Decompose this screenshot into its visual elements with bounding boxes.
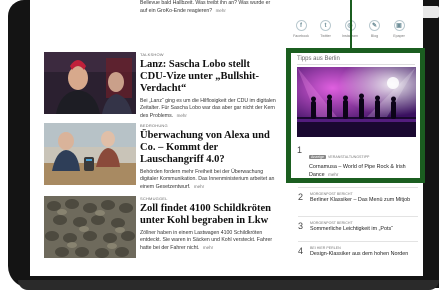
facebook-icon: f — [295, 20, 307, 31]
blog-icon: ✎ — [369, 20, 380, 31]
article-image-lanz[interactable] — [44, 52, 136, 114]
article-more-link[interactable]: mehr — [203, 245, 213, 250]
article-teaser: Bei „Lanz“ ging es um die Hilflosigkeit … — [140, 98, 276, 120]
highlight-callout-line — [350, 0, 352, 52]
facebook-label: Facebook — [293, 34, 309, 38]
ad-badge: Anzeige — [309, 155, 326, 159]
epaper-button[interactable]: ▣ Epaper — [388, 20, 410, 46]
tipps-item-4[interactable]: 4 Bei Hier Perlen Design-Klassiker aus d… — [298, 241, 418, 270]
article-headline[interactable]: Lanz: Sascha Lobo stellt CDU-Vize unter … — [140, 59, 276, 95]
article-kicker: Schmuggel — [140, 196, 168, 201]
article-kicker: Bedrohung — [140, 123, 168, 128]
twitter-icon: t — [320, 20, 331, 31]
article-teaser-text: Bei „Lanz“ ging es um die Hilflosigkeit … — [140, 98, 276, 119]
epaper-label: Epaper — [393, 34, 405, 38]
previous-article-snippet: Bellevue bald Hallbzeit. Was treibt ihn … — [140, 0, 276, 15]
article-teaser: Zöllner haben in einem Lastwagen 4100 Sc… — [140, 230, 276, 252]
tipps-item-kicker: Veranstaltungstipp — [328, 155, 370, 159]
tipps-item-kicker: Bei Hier Perlen — [310, 246, 341, 250]
tipps-item-title[interactable]: Cornamusa – World of Pipe Rock & Irish D… — [309, 164, 406, 178]
tablet-bezel — [18, 280, 439, 290]
article-more-link[interactable]: mehr — [177, 113, 187, 118]
article-image-alexa[interactable] — [44, 123, 136, 185]
article-image-schildkroeten[interactable] — [44, 196, 136, 258]
tipps-item-title[interactable]: Berliner Klassiker – Das Menü zum Mitjob — [310, 197, 416, 204]
tipps-item-more-link[interactable]: mehr — [328, 172, 338, 177]
article-more-link[interactable]: mehr — [194, 184, 204, 189]
article-headline[interactable]: Zoll findet 4100 Schildkröten unter Kohl… — [140, 203, 276, 227]
article-teaser: Behörden fordern mehr Freiheit bei der Ü… — [140, 169, 276, 191]
article-alexa[interactable]: Bedrohung Überwachung von Alexa und Co. … — [44, 123, 276, 190]
list-divider — [298, 216, 418, 217]
article-teaser-text: Behörden fordern mehr Freiheit bei der Ü… — [140, 169, 275, 190]
previous-article-more-link[interactable]: mehr — [216, 8, 226, 13]
list-divider — [298, 187, 418, 188]
article-schildkroeten[interactable]: Schmuggel Zoll findet 4100 Schildkröten … — [44, 196, 276, 260]
tipps-item-kicker: Morgenpost Bericht — [310, 221, 353, 225]
tipps-item-text: Cornamusa – World of Pipe Rock & Irish D… — [309, 164, 417, 179]
epaper-icon: ▣ — [393, 20, 405, 31]
tipps-item-number: 4 — [298, 246, 304, 256]
tipps-item-number: 2 — [298, 192, 304, 202]
tipps-item-number: 3 — [298, 221, 304, 231]
tipps-item-kicker: Morgenpost Bericht — [310, 192, 353, 196]
blog-button[interactable]: ✎ Blog — [364, 20, 386, 46]
tipps-title: Tipps aus Berlin — [297, 56, 340, 62]
previous-article-text: Bellevue bald Hallbzeit. Was treibt ihn … — [140, 0, 271, 14]
tipps-item-title[interactable]: Sommerliche Leichtigkeit im „Pots“ — [310, 226, 416, 233]
concert-image[interactable] — [297, 67, 416, 137]
tipps-item-title[interactable]: Design-Klassiker aus dem hohen Norden — [310, 251, 416, 258]
article-lanz[interactable]: Talkshow Lanz: Sascha Lobo stellt CDU-Vi… — [44, 52, 276, 119]
article-kicker: Talkshow — [140, 52, 164, 57]
blog-label: Blog — [370, 34, 379, 38]
twitter-button[interactable]: t Twitter — [315, 20, 337, 46]
tipps-aus-berlin-highlight: Tipps aus Berlin 1 Anzeige VERANSTALTUNG… — [286, 48, 425, 183]
list-divider — [298, 241, 418, 242]
tipps-item-2[interactable]: 2 Morgenpost Bericht Berliner Klassiker … — [298, 187, 418, 216]
facebook-button[interactable]: f Facebook — [290, 20, 312, 46]
twitter-label: Twitter — [320, 34, 331, 38]
tipps-divider — [297, 64, 415, 65]
article-headline[interactable]: Überwachung von Alexa und Co. – Kommt de… — [140, 130, 276, 166]
tipps-item-number: 1 — [297, 145, 303, 155]
